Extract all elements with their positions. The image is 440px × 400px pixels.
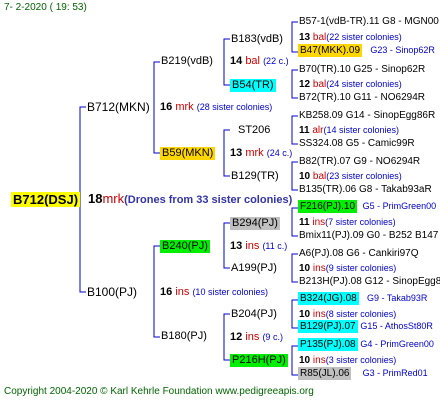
footer-copyright: Copyright 2004-2020 © Karl Kehrle Founda… <box>4 386 314 397</box>
gen4-sisters-7: 10 ins(8 sister colonies) <box>299 309 397 320</box>
gen4-sisters-2: 12 bal(24 sister colonies) <box>299 79 402 90</box>
gen4-line-13: B324(JG).08 G9 - Takab93R <box>298 292 428 305</box>
gen4-sisters-5: 11 ins(7 sister colonies) <box>299 217 396 228</box>
gen3-queen-2: B54(TR) <box>230 79 276 92</box>
gen4-sisters-8: 10 ins(3 sister colonies) <box>299 355 397 366</box>
gen4-line-7: B82(TR).07 G9 - NO6294R <box>299 156 421 167</box>
gen2-queen-4: B180(PJ) <box>161 330 207 342</box>
pedigree-page: { "header": {"date": "7- 2-2020 ( 19: 53… <box>0 0 440 400</box>
gen4-line-10: Bmix11(PJ).09 G0 - B252 B147 B <box>299 230 440 241</box>
gen2-queen-3: B240(PJ) <box>160 240 210 253</box>
gen1-queen-2: B100(PJ) <box>87 285 138 299</box>
gen4-line-8: B135(TR).06 G8 - Takab93aR <box>299 184 432 195</box>
gen4-line-3: B70(TR).10 G25 - Sinop62R <box>299 64 426 75</box>
gen4-line-2: B47(MKK).09 G23 - Sinop62R <box>298 44 435 57</box>
gen4-line-11: A6(PJ).08 G6 - Cankiri97Q <box>299 248 419 259</box>
gen3-queen-6: A199(PJ) <box>231 262 277 274</box>
gen2-queen-2: B59(MKN) <box>160 147 216 160</box>
gen3-queen-3: ST206 <box>238 124 271 136</box>
gen4-line-14: B129(PJ).07 G15 - AthosSt80R <box>298 320 433 333</box>
gen1-info-1: 16 mrk (28 sister colonies) <box>160 101 273 113</box>
gen4-sisters-3: 11 alr(14 sister colonies) <box>299 125 400 136</box>
gen4-line-12: B213H(PJ).08 G12 - SinopEgg86R <box>299 276 440 287</box>
gen2-info-3: 13 ins (11 c.) <box>230 240 288 252</box>
gen4-line-4: B72(TR).10 G11 - NO6294R <box>299 92 425 103</box>
gen4-sisters-6: 10 ins(9 sister colonies) <box>299 263 397 274</box>
gen2-queen-1: B219(vdB) <box>161 55 213 67</box>
gen4-line-16: R85(JL).06 G3 - PrimRed01 <box>298 367 428 380</box>
gen1-info-2: 16 ins (10 sister colonies) <box>160 286 268 298</box>
gen2-info-2: 13 mrk (24 c.) <box>230 147 293 159</box>
gen4-sisters-4: 10 bal(23 sister colonies) <box>299 171 402 182</box>
gen4-sisters-1: 13 bal(22 sister colonies) <box>299 32 402 43</box>
root-info: 18mrk(Drones from 33 sister colonies) <box>88 191 293 206</box>
gen2-info-4: 12 ins (9 c.) <box>230 331 283 343</box>
gen4-line-1: B57-1(vdB-TR).11 G8 - MGN00 <box>299 16 439 27</box>
gen4-line-9: F216(PJ).10 G5 - PrimGreen00 <box>298 200 437 213</box>
gen3-queen-8: P216H(PJ) <box>230 354 288 367</box>
gen4-line-5: KB258.09 G14 - SinopEgg86R <box>299 110 436 121</box>
gen3-queen-1: B183(vdB) <box>231 33 283 45</box>
gen3-info-1: 14 bal (22 c.) <box>230 55 289 67</box>
gen4-line-6: SS324.08 G5 - Camic99R <box>299 138 415 149</box>
gen4-line-15: P135(PJ).08 G4 - PrimGreen00 <box>298 338 434 351</box>
root-queen: B712(DSJ) <box>11 192 81 207</box>
gen3-queen-7: B204(PJ) <box>231 308 277 320</box>
gen3-queen-5: B294(PJ) <box>230 217 280 230</box>
gen3-queen-4: B129(TR) <box>231 170 279 182</box>
gen1-queen-1: B712(MKN) <box>87 100 150 114</box>
header-date: 7- 2-2020 ( 19: 53) <box>4 2 87 13</box>
